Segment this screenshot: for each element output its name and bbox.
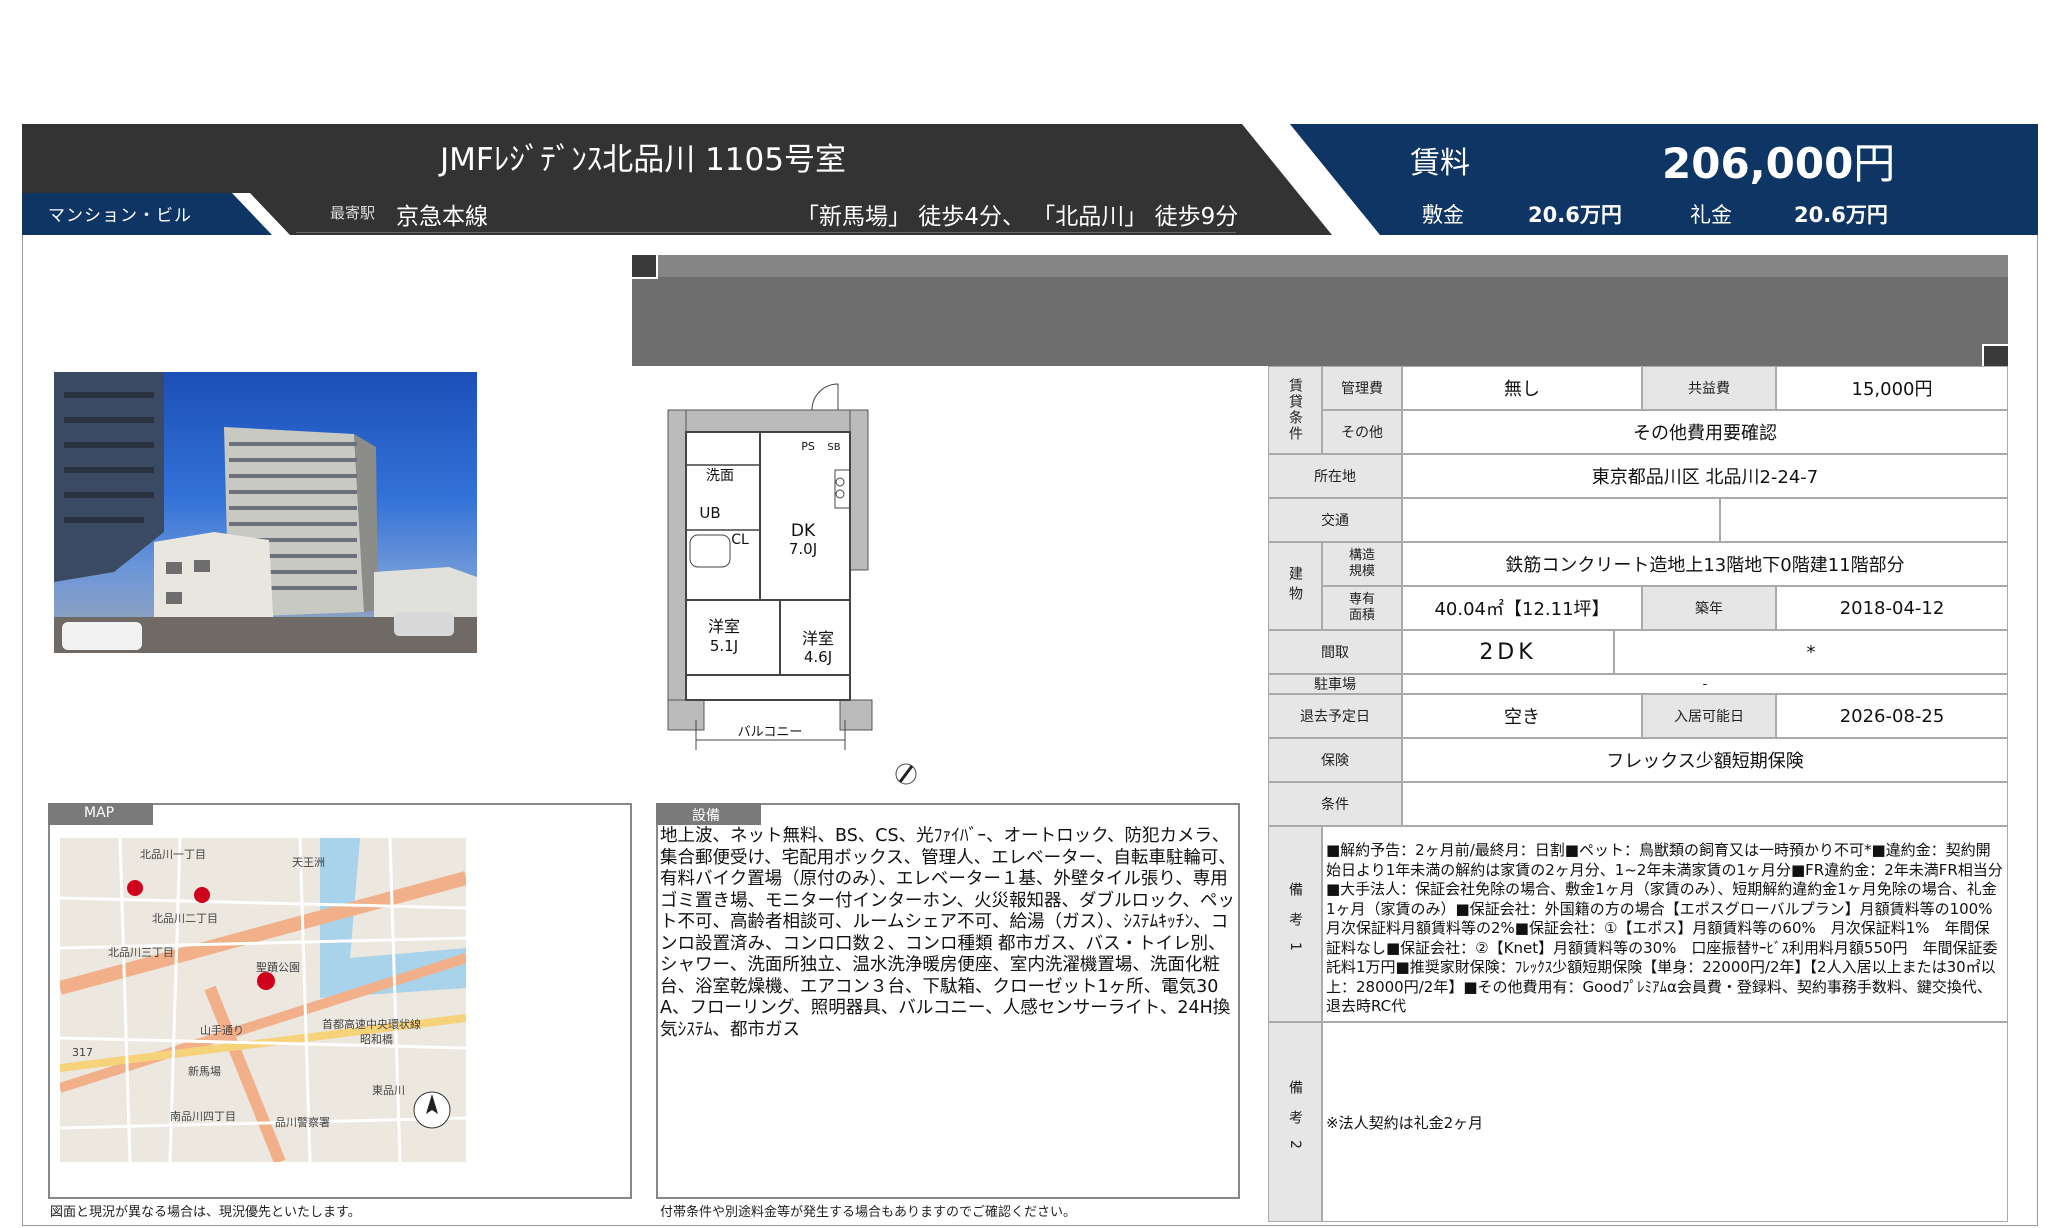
- common-fee-label: 共益費: [1642, 366, 1776, 410]
- common-fee-value: 15,000円: [1776, 366, 2008, 410]
- area-value: 40.04㎡【12.11坪】: [1402, 586, 1642, 630]
- fp-label-sb: SB: [827, 442, 840, 453]
- key-money-label: 礼金: [1690, 203, 1732, 227]
- layout-label: 間取: [1268, 630, 1402, 674]
- deposit-value: 20.6万円: [1528, 203, 1622, 227]
- building-photo: [54, 372, 477, 653]
- banner-corner-left: [632, 255, 658, 279]
- map-place-label: 317: [72, 1046, 93, 1059]
- layout-note: *: [1614, 630, 2008, 674]
- fp-label-ps: PS: [801, 440, 815, 453]
- fp-label-room1: 洋室: [708, 617, 740, 636]
- management-fee-label: 管理費: [1322, 366, 1402, 410]
- area-map[interactable]: 天王洲 北品川一丁目 北品川二丁目 北品川三丁目 聖蹟公園 山手通り 首都高速中…: [60, 838, 466, 1162]
- map-place-label: 新馬場: [188, 1064, 221, 1078]
- vacate-value: 空き: [1402, 694, 1642, 738]
- structure-value: 鉄筋コンクリート造地上13階地下0階建11階部分: [1402, 542, 2008, 586]
- parking-label: 駐車場: [1268, 674, 1402, 694]
- conditions-value: [1402, 782, 2008, 826]
- conditions-label: 条件: [1268, 782, 1402, 826]
- fp-label-washroom: 洗面: [706, 468, 734, 484]
- banner-corner-right: [1982, 344, 2008, 366]
- property-title: JMFﾚｼﾞﾃﾞﾝｽ北品川 1105号室: [440, 142, 846, 178]
- station-label: 最寄駅: [330, 204, 376, 222]
- equipment-list: 地上波、ネット無料、BS、CS、光ﾌｧｲﾊﾞｰ、オートロック、防犯カメラ、集合郵…: [660, 826, 1236, 1040]
- fp-label-ub: UB: [699, 504, 720, 522]
- remarks2-value: ※法人契約は礼金2ヶ月: [1322, 1022, 2008, 1222]
- fp-label-balcony: バルコニー: [738, 725, 803, 740]
- banner-strip: [632, 255, 2008, 277]
- equipment-label: 設備: [656, 803, 761, 825]
- other-fee-label: その他: [1322, 410, 1402, 454]
- map-place-label: 聖蹟公園: [256, 960, 300, 974]
- rental-terms-label: 賃貸条件: [1287, 378, 1303, 442]
- move-in-value: 2026-08-25: [1776, 694, 2008, 738]
- map-place-label: 東品川: [372, 1084, 405, 1097]
- key-money-value: 20.6万円: [1794, 203, 1888, 227]
- map-place-label: 北品川一丁目: [140, 848, 206, 861]
- map-place-label: 南品川四丁目: [170, 1110, 236, 1123]
- built-value: 2018-04-12: [1776, 586, 2008, 630]
- insurance-value: フレックス少額短期保険: [1402, 738, 2008, 782]
- floor-plan: 洗面 UB CL DK 7.0J 洋室 5.1J 洋室 4.6J バルコニー P…: [667, 383, 917, 785]
- structure-label: 構造規模: [1322, 542, 1402, 586]
- remarks1-label: 備考1: [1287, 881, 1303, 967]
- fp-label-room2-size: 4.6J: [804, 648, 832, 666]
- property-type: マンション・ビル: [48, 206, 192, 226]
- rental-terms-header: 賃貸条件: [1268, 366, 1322, 454]
- map-place-label: 北品川三丁目: [108, 946, 174, 959]
- map-place-label: 山手通り: [200, 1023, 244, 1037]
- insurance-label: 保険: [1268, 738, 1402, 782]
- rent-label: 賃料: [1410, 146, 1470, 181]
- map-footnote: 図面と現況が異なる場合は、現況優先といたします。: [50, 1205, 361, 1220]
- transport-extra: [1720, 498, 2008, 542]
- fp-label-dk-size: 7.0J: [789, 540, 817, 558]
- conditions-footnote: 付帯条件や別途料金等が発生する場合もありますのでご確認ください。: [660, 1205, 1077, 1220]
- rent-amount: 206,000円: [1662, 130, 1895, 191]
- map-place-label: 昭和橋: [360, 1032, 393, 1046]
- fp-label-room1-size: 5.1J: [710, 637, 738, 655]
- map-place-label: 北品川二丁目: [152, 912, 218, 925]
- fp-label-dk: DK: [791, 521, 816, 541]
- building-header: 建物: [1268, 542, 1322, 630]
- building-label: 建物: [1287, 566, 1303, 606]
- train-line: 京急本線: [396, 204, 488, 230]
- address-label: 所在地: [1268, 454, 1402, 498]
- remarks1-header: 備考1: [1268, 826, 1322, 1022]
- remarks1-value: ■解約予告：2ヶ月前/最終月：日割■ペット：鳥獣類の飼育又は一時預かり不可*■違…: [1322, 826, 2008, 1022]
- layout-value: 2DK: [1402, 630, 1614, 674]
- fp-label-room2: 洋室: [802, 629, 834, 648]
- vacate-label: 退去予定日: [1268, 694, 1402, 738]
- move-in-label: 入居可能日: [1642, 694, 1776, 738]
- remarks2-label: 備考2: [1287, 1079, 1303, 1165]
- fp-label-cl: CL: [731, 532, 749, 548]
- parking-value: -: [1402, 674, 2008, 694]
- other-fee-value: その他費用要確認: [1402, 410, 2008, 454]
- map-place-label: 首都高速中央環状線: [322, 1017, 421, 1031]
- area-label-text: 専有面積: [1348, 592, 1375, 623]
- address-value: 東京都品川区 北品川2-24-7: [1402, 454, 2008, 498]
- map-place-label: 天王洲: [292, 856, 325, 869]
- transport-label: 交通: [1268, 498, 1402, 542]
- built-label: 築年: [1642, 586, 1776, 630]
- area-label: 専有面積: [1322, 586, 1402, 630]
- remarks2-header: 備考2: [1268, 1022, 1322, 1222]
- header-banner: [632, 255, 2008, 366]
- deposit-label: 敷金: [1422, 203, 1464, 227]
- rent-unit: 円: [1853, 139, 1896, 188]
- structure-label-text: 構造規模: [1348, 548, 1375, 579]
- map-place-label: 品川警察署: [275, 1115, 330, 1129]
- header-rule: [296, 232, 1236, 233]
- transport-value: [1402, 498, 1720, 542]
- management-fee-value: 無し: [1402, 366, 1642, 410]
- rent-value: 206,000: [1662, 139, 1854, 188]
- station-access: 「新馬場」 徒歩4分、 「北品川」 徒歩9分: [796, 204, 1239, 230]
- map-label: MAP: [48, 803, 153, 825]
